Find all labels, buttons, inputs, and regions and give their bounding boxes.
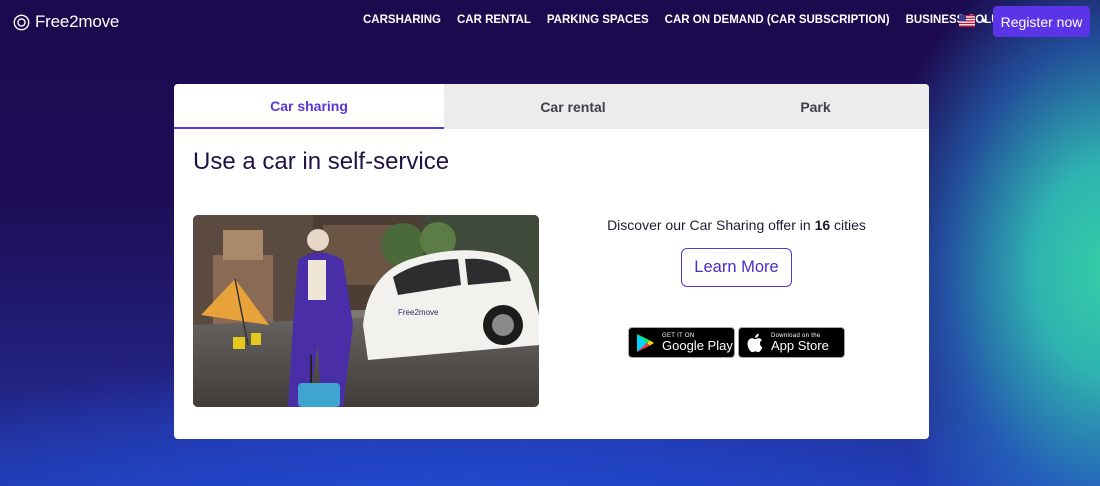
page-title: Use a car in self-service <box>193 148 449 176</box>
headline-prefix: Use a <box>193 148 263 175</box>
language-caret-icon[interactable] <box>981 19 987 23</box>
tab-car-rental[interactable]: Car rental <box>444 84 702 129</box>
main-nav: CARSHARING CAR RENTAL PARKING SPACES CAR… <box>363 14 1035 26</box>
free2move-logo-icon <box>13 14 30 30</box>
headline-emphasis: car in self-service <box>262 148 450 175</box>
service-tabs: Car sharing Car rental Park <box>174 84 929 129</box>
nav-car-rental[interactable]: CAR RENTAL <box>457 14 531 26</box>
offer-text: Discover our Car Sharing offer in 16 cit… <box>555 217 918 233</box>
logo-text: Free2move <box>35 12 120 31</box>
nav-carsharing[interactable]: CARSHARING <box>363 14 441 26</box>
car-brand-text: Free2move <box>398 308 439 317</box>
car-sharing-photo: Free2move <box>193 215 539 407</box>
tab-park[interactable]: Park <box>702 84 929 129</box>
google-play-badge[interactable]: GET IT ON Google Play <box>628 327 735 358</box>
site-header: Free2move CARSHARING CAR RENTAL PARKING … <box>0 0 1100 44</box>
google-play-icon <box>637 333 654 352</box>
us-flag-icon[interactable] <box>959 14 975 28</box>
google-play-label: Google Play <box>662 338 733 353</box>
service-card: Car sharing Car rental Park Use a car in… <box>174 84 929 439</box>
tab-car-sharing[interactable]: Car sharing <box>174 84 444 129</box>
apple-icon <box>747 333 763 352</box>
offer-text-after: cities <box>830 217 866 233</box>
app-store-badge[interactable]: Download on the App Store <box>738 327 845 358</box>
free2move-logo[interactable]: Free2move <box>13 12 119 32</box>
app-store-label: App Store <box>771 338 829 353</box>
offer-text-before: Discover our Car Sharing offer in <box>607 217 815 233</box>
city-count: 16 <box>814 217 831 233</box>
learn-more-button[interactable]: Learn More <box>681 248 792 287</box>
register-button[interactable]: Register now <box>993 6 1090 37</box>
nav-parking-spaces[interactable]: PARKING SPACES <box>547 14 649 26</box>
nav-car-on-demand[interactable]: CAR ON DEMAND (CAR SUBSCRIPTION) <box>665 14 890 26</box>
